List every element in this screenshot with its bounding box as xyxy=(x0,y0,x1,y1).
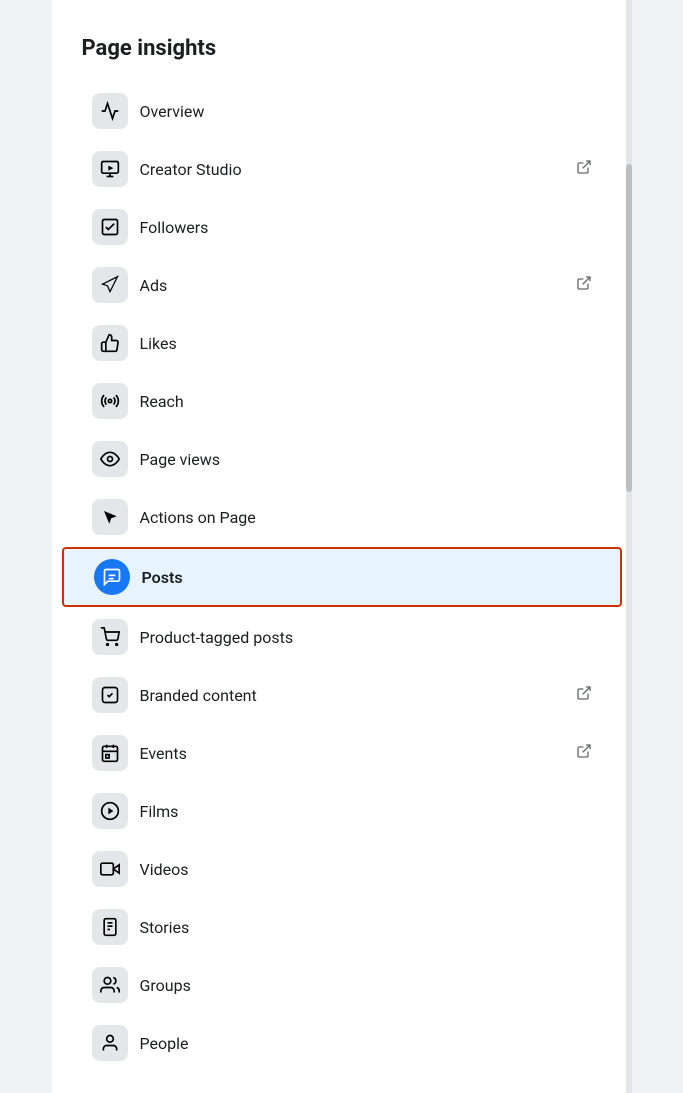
likes-icon xyxy=(92,325,128,361)
groups-icon xyxy=(92,967,128,1003)
events-icon xyxy=(92,735,128,771)
sidebar-item-overview-label: Overview xyxy=(140,102,592,121)
followers-icon xyxy=(92,209,128,245)
people-icon xyxy=(92,1025,128,1061)
sidebar-item-videos[interactable]: Videos xyxy=(62,841,622,897)
sidebar-item-people-label: People xyxy=(140,1034,592,1053)
sidebar-item-people[interactable]: People xyxy=(62,1015,622,1071)
page-views-icon xyxy=(92,441,128,477)
stories-icon xyxy=(92,909,128,945)
branded-content-icon xyxy=(92,677,128,713)
sidebar-item-branded-content[interactable]: Branded content xyxy=(62,667,622,723)
overview-icon xyxy=(92,93,128,129)
posts-icon xyxy=(94,559,130,595)
creator-studio-icon xyxy=(92,151,128,187)
ads-external-link-icon[interactable] xyxy=(576,275,592,295)
sidebar-item-groups-label: Groups xyxy=(140,976,592,995)
sidebar-item-actions-on-page[interactable]: Actions on Page xyxy=(62,489,622,545)
sidebar-item-product-tagged[interactable]: Product-tagged posts xyxy=(62,609,622,665)
sidebar-item-likes[interactable]: Likes xyxy=(62,315,622,371)
sidebar-item-creator-studio-label: Creator Studio xyxy=(140,160,576,179)
sidebar-item-videos-label: Videos xyxy=(140,860,592,879)
sidebar-item-overview[interactable]: Overview xyxy=(62,83,622,139)
branded-content-external-link-icon[interactable] xyxy=(576,685,592,705)
sidebar-item-branded-content-label: Branded content xyxy=(140,686,576,705)
sidebar-item-films-label: Films xyxy=(140,802,592,821)
sidebar-item-films[interactable]: Films xyxy=(62,783,622,839)
sidebar-item-ads-label: Ads xyxy=(140,276,576,295)
sidebar-item-reach-label: Reach xyxy=(140,392,592,411)
actions-on-page-icon xyxy=(92,499,128,535)
ads-icon xyxy=(92,267,128,303)
creator-studio-external-link-icon[interactable] xyxy=(576,159,592,179)
videos-icon xyxy=(92,851,128,887)
sidebar-item-stories-label: Stories xyxy=(140,918,592,937)
menu-list: Overview Creator Studio Followers Ads Likes R… xyxy=(52,83,632,1071)
sidebar-item-followers-label: Followers xyxy=(140,218,592,237)
scrollbar[interactable] xyxy=(626,0,632,1093)
product-tagged-icon xyxy=(92,619,128,655)
films-icon xyxy=(92,793,128,829)
sidebar-item-likes-label: Likes xyxy=(140,334,592,353)
sidebar-item-reach[interactable]: Reach xyxy=(62,373,622,429)
sidebar-item-ads[interactable]: Ads xyxy=(62,257,622,313)
page-title: Page insights xyxy=(52,20,632,81)
sidebar-item-product-tagged-label: Product-tagged posts xyxy=(140,628,592,647)
sidebar-item-page-views-label: Page views xyxy=(140,450,592,469)
sidebar-item-events-label: Events xyxy=(140,744,576,763)
sidebar-container: Page insights Overview Creator Studio Foll… xyxy=(52,0,632,1093)
sidebar-item-followers[interactable]: Followers xyxy=(62,199,622,255)
sidebar-item-events[interactable]: Events xyxy=(62,725,622,781)
events-external-link-icon[interactable] xyxy=(576,743,592,763)
sidebar-item-page-views[interactable]: Page views xyxy=(62,431,622,487)
sidebar-item-creator-studio[interactable]: Creator Studio xyxy=(62,141,622,197)
sidebar-item-groups[interactable]: Groups xyxy=(62,957,622,1013)
sidebar-item-posts-label: Posts xyxy=(142,568,590,587)
sidebar-item-stories[interactable]: Stories xyxy=(62,899,622,955)
scrollbar-thumb[interactable] xyxy=(626,164,632,492)
sidebar-item-actions-on-page-label: Actions on Page xyxy=(140,508,592,527)
reach-icon xyxy=(92,383,128,419)
sidebar-item-posts[interactable]: Posts xyxy=(62,547,622,607)
